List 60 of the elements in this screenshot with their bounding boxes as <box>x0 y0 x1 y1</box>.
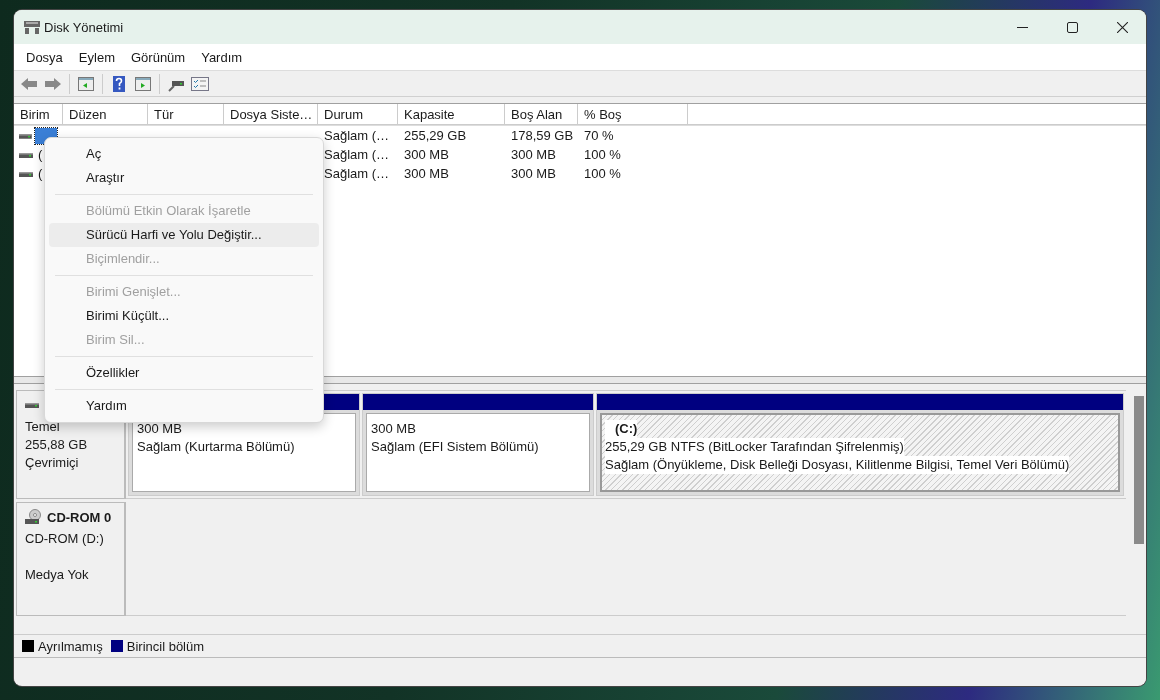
panel-icon <box>134 75 152 92</box>
partition-info: Sağlam (Kurtarma Bölümü) <box>137 438 296 456</box>
menu-item[interactable]: Eylem <box>70 49 123 65</box>
checklist-icon <box>191 75 209 92</box>
column-header[interactable]: Düzen <box>63 104 148 125</box>
column-header[interactable]: Durum <box>318 104 398 125</box>
table-cell-text: 255,29 GB <box>403 128 468 143</box>
column-header[interactable]: Birim <box>14 104 63 125</box>
column-header[interactable]: Dosya Siste… <box>224 104 318 125</box>
partition[interactable]: 300 MB Sağlam (EFI Sistem Bölümü) <box>362 393 594 496</box>
menu-item[interactable]: Yardım <box>193 49 251 65</box>
partition-info: Sağlam (Önyükleme, Disk Belleği Dosyası, Kilitlenme Bilgisi, Temel Veri Bölümü) <box>605 456 1070 474</box>
forward-arrow-icon <box>44 75 62 92</box>
legend-label: Ayrılmamış <box>38 638 103 654</box>
window-title: Disk Yönetimi <box>44 19 124 35</box>
table-cell-text: 70 % <box>583 128 615 143</box>
back-arrow-icon <box>20 75 38 92</box>
legend-label: Birincil bölüm <box>126 638 205 654</box>
menu-item[interactable]: Birimi Küçült... <box>49 304 319 328</box>
table-cell-text: 300 MB <box>510 166 557 181</box>
partition-info: Sağlam (EFI Sistem Bölümü) <box>371 438 540 456</box>
column-header[interactable]: % Boş <box>578 104 688 125</box>
disk-info: CD-ROM (D:) <box>25 530 105 548</box>
table-cell-text: 178,59 GB <box>510 128 575 143</box>
disk-info: 255,88 GB <box>25 436 89 454</box>
disk-name: CD-ROM 0 <box>47 509 112 525</box>
app-icon <box>24 20 40 34</box>
maximize-icon <box>1066 21 1078 33</box>
partition[interactable]: (C:) 255,29 GB NTFS (BitLocker Tarafından Şifrelenmiş) Sağlam (Önyükleme, Disk Belleği Dosyası, Kilitlenme Bilgisi, Temel Veri Bölümü) <box>596 393 1124 496</box>
menu-item[interactable]: Sürücü Harfi ve Yolu Değiştir... <box>49 223 319 247</box>
menu-item[interactable]: Araştır <box>49 166 319 190</box>
menu-item[interactable]: Aç <box>49 142 319 166</box>
column-header[interactable]: Tür <box>148 104 224 125</box>
table-cell-text: Sağlam (… <box>323 147 391 162</box>
table-cell-text: 300 MB <box>510 147 557 162</box>
close-icon <box>1116 21 1128 33</box>
panel-icon <box>77 75 95 92</box>
volume-name[interactable]: ( <box>36 166 45 181</box>
table-cell-text: 300 MB <box>403 166 450 181</box>
partition-info: 255,29 GB NTFS (BitLocker Tarafından Şifrelenmiş) <box>605 438 904 456</box>
disk-info: Medya Yok <box>25 566 90 584</box>
table-cell-text: 100 % <box>583 147 622 162</box>
table-cell-text: Sağlam (… <box>323 166 391 181</box>
disk-info: Çevrimiçi <box>25 454 80 472</box>
column-header[interactable]: Boş Alan <box>505 104 578 125</box>
cd-drive-icon <box>25 509 41 525</box>
menu-item[interactable]: Görünüm <box>123 49 194 65</box>
partition-info: 300 MB <box>137 420 183 438</box>
scrollbar-thumb[interactable] <box>1134 396 1144 544</box>
disk-info: Temel <box>25 418 61 436</box>
menu-item[interactable]: Özellikler <box>49 361 319 385</box>
column-header[interactable]: Kapasite <box>398 104 505 125</box>
table-cell-text: 100 % <box>583 166 622 181</box>
help-icon <box>110 75 128 92</box>
partition-info: 300 MB <box>371 420 417 438</box>
volume-name[interactable]: ( <box>36 147 45 162</box>
partition-title: (C:) <box>605 420 638 438</box>
table-cell-text: Sağlam (… <box>323 128 391 143</box>
table-cell-text: 300 MB <box>403 147 450 162</box>
menu-item[interactable]: Dosya <box>18 49 71 65</box>
